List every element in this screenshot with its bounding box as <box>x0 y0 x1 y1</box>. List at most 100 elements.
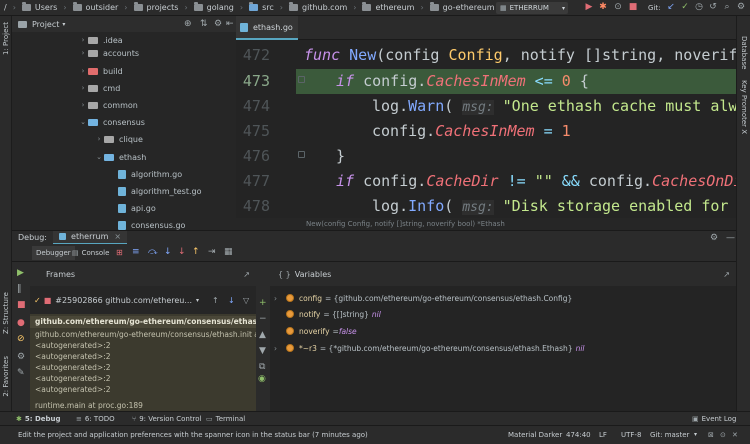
search-icon[interactable]: ⌕ <box>722 2 732 12</box>
goroutine-select[interactable]: ✓ ■ #25902866 github.com/ethereu... ▾ ↑ … <box>30 286 256 314</box>
tab-console[interactable]: ▤ Console <box>68 246 113 260</box>
tree-item-ethash[interactable]: ⌄ ethash <box>94 149 146 165</box>
settings-icon[interactable]: ⚙ <box>736 2 746 12</box>
collapse-icon[interactable]: ⇅ <box>200 19 208 29</box>
hide-icon[interactable]: ⇤ <box>226 19 234 29</box>
down-icon[interactable]: ▼ <box>259 346 266 356</box>
layout-icon[interactable]: ⊞ <box>116 248 123 257</box>
minimize-icon[interactable]: — <box>726 233 735 243</box>
breadcrumb-golang[interactable]: golang <box>193 2 234 12</box>
step-into-icon[interactable]: ↓ <box>164 247 172 257</box>
variable-row[interactable]: noverify = false <box>274 323 357 339</box>
pin-icon[interactable]: ✎ <box>17 368 25 378</box>
project-tool-tab[interactable]: 1: Project <box>2 22 10 55</box>
breadcrumb-root[interactable]: / <box>4 3 7 12</box>
tree-item-common[interactable]: › common <box>78 97 138 113</box>
stop-icon[interactable]: ■ <box>628 2 638 12</box>
pause-icon[interactable]: ‖ <box>17 284 22 294</box>
tree-item-clique[interactable]: › clique <box>94 131 143 147</box>
git-branch[interactable]: Git: master <box>650 431 689 439</box>
file-encoding[interactable]: UTF-8 <box>621 431 641 439</box>
remove-icon[interactable]: − <box>259 314 267 324</box>
chevron-down-icon[interactable]: ▾ <box>62 21 65 28</box>
globe-icon[interactable]: ⊕ <box>184 19 192 29</box>
restore-icon[interactable]: ↗ <box>723 270 730 279</box>
settings-icon[interactable]: ⚙ <box>17 352 25 362</box>
up-icon[interactable]: ▲ <box>259 330 266 340</box>
tool-tab-debug[interactable]: ✱ 5: Debug <box>16 413 61 425</box>
variable-row[interactable]: › *~r3 = {*github.com/ethereum/go-ethere… <box>274 340 585 356</box>
tree-item-consensus[interactable]: ⌄ consensus <box>78 114 145 130</box>
restore-icon[interactable]: ↗ <box>243 270 250 279</box>
run-icon[interactable]: ▶ <box>584 2 594 12</box>
filter-icon[interactable]: ▽ <box>243 296 249 305</box>
run-to-cursor-icon[interactable]: ⇥ <box>208 247 216 257</box>
variable-row[interactable]: notify = {[]string} nil <box>274 306 381 322</box>
tree-item-build[interactable]: › build <box>78 63 123 79</box>
database-tool-tab[interactable]: Database <box>740 36 748 69</box>
code-editor[interactable]: 472 473 474 475 476 477 478 func New(con… <box>236 40 736 218</box>
step-over-icon[interactable]: ⤼ <box>148 247 158 257</box>
breadcrumb-src[interactable]: src <box>249 2 274 12</box>
breadcrumb-projects[interactable]: projects <box>133 2 178 12</box>
favorites-tool-tab[interactable]: 2: Favorites <box>2 356 10 397</box>
breadcrumb-users[interactable]: Users <box>21 2 57 12</box>
chevron-right-icon[interactable]: › <box>274 294 286 303</box>
chevron-right-icon[interactable]: › <box>274 344 286 353</box>
vcs-commit-icon[interactable]: ✓ <box>680 2 690 12</box>
breadcrumb-ethereum[interactable]: ethereum <box>362 2 414 12</box>
fold-icon[interactable] <box>298 151 305 158</box>
breadcrumb-outsider[interactable]: outsider <box>72 2 118 12</box>
tool-tab-version-control[interactable]: ⑂ 9: Version Control <box>132 413 202 425</box>
vcs-update-icon[interactable]: ↙ <box>666 2 676 12</box>
fold-icon[interactable] <box>298 76 305 83</box>
tool-tab-event-log[interactable]: ▣ Event Log <box>692 413 736 425</box>
frame-row[interactable]: <autogenerated>:2 <box>30 384 256 396</box>
run-configuration-select[interactable]: ▦ ETHERRUM ▾ <box>496 2 568 14</box>
tool-tab-todo[interactable]: ≡ 6: TODO <box>76 413 115 425</box>
tree-item-api-go[interactable]: api.go <box>118 200 156 216</box>
tree-item-consensus-go[interactable]: consensus.go <box>118 217 185 230</box>
key-promoter-tool-tab[interactable]: Key Promoter X <box>740 80 748 134</box>
add-icon[interactable]: + <box>259 298 267 308</box>
resume-icon[interactable]: ▶ <box>17 268 24 278</box>
gear-icon[interactable]: ⚙ <box>214 19 222 29</box>
variable-row[interactable]: › config = {github.com/ethereum/go-ether… <box>274 290 572 306</box>
revert-icon[interactable]: ↺ <box>708 2 718 12</box>
frame-row[interactable]: runtime.main at proc.go:189 <box>30 400 256 411</box>
history-icon[interactable]: ◷ <box>694 2 704 12</box>
coverage-icon[interactable]: ⊙ <box>613 2 623 12</box>
wrench-icon[interactable]: ✕ <box>732 431 738 439</box>
tree-item-algorithm-go[interactable]: algorithm.go <box>118 166 182 182</box>
show-execution-point-icon[interactable]: ≡ <box>132 247 140 257</box>
gear-icon[interactable]: ⚙ <box>710 233 718 243</box>
step-out-icon[interactable]: ↑ <box>192 247 200 257</box>
copy-icon[interactable]: ⧉ <box>259 362 265 372</box>
view-breakpoints-icon[interactable]: ● <box>17 318 25 328</box>
frame-row[interactable]: github.com/ethereum/go-ethereum/consensu… <box>30 316 256 328</box>
project-panel-title[interactable]: Project <box>32 20 59 29</box>
line-separator[interactable]: LF <box>599 431 607 439</box>
stop-icon[interactable]: ■ <box>17 300 26 310</box>
mute-breakpoints-icon[interactable]: ⊘ <box>17 334 25 344</box>
tree-item-accounts[interactable]: › accounts <box>78 45 139 61</box>
caret-position[interactable]: 474:40 <box>566 431 591 439</box>
inspector-icon[interactable]: ⊙ <box>720 431 726 439</box>
tool-tab-terminal[interactable]: ▭ Terminal <box>206 413 245 425</box>
up-arrow-icon[interactable]: ↑ <box>212 296 219 305</box>
lock-icon[interactable]: ⊠ <box>708 431 714 439</box>
debug-session-tab[interactable]: etherrum × <box>53 230 128 245</box>
structure-tool-tab[interactable]: Z: Structure <box>2 292 10 334</box>
evaluate-icon[interactable]: ▦ <box>224 247 233 257</box>
tree-item-algorithm-test-go[interactable]: algorithm_test.go <box>118 183 202 199</box>
status-message[interactable]: Edit the project and application prefere… <box>18 431 368 439</box>
force-step-into-icon[interactable]: ↓ <box>178 247 186 257</box>
breadcrumb-github[interactable]: github.com <box>288 2 347 12</box>
down-arrow-icon[interactable]: ↓ <box>228 296 235 305</box>
debug-icon[interactable]: ✱ <box>598 2 608 12</box>
tab-ethash-go[interactable]: ethash.go <box>236 16 298 40</box>
theme-indicator[interactable]: Material Darker <box>508 431 562 439</box>
tree-item-cmd[interactable]: › cmd <box>78 80 121 96</box>
breadcrumb-go-ethereum[interactable]: go-ethereum <box>429 2 495 12</box>
close-icon[interactable]: × <box>114 232 121 241</box>
